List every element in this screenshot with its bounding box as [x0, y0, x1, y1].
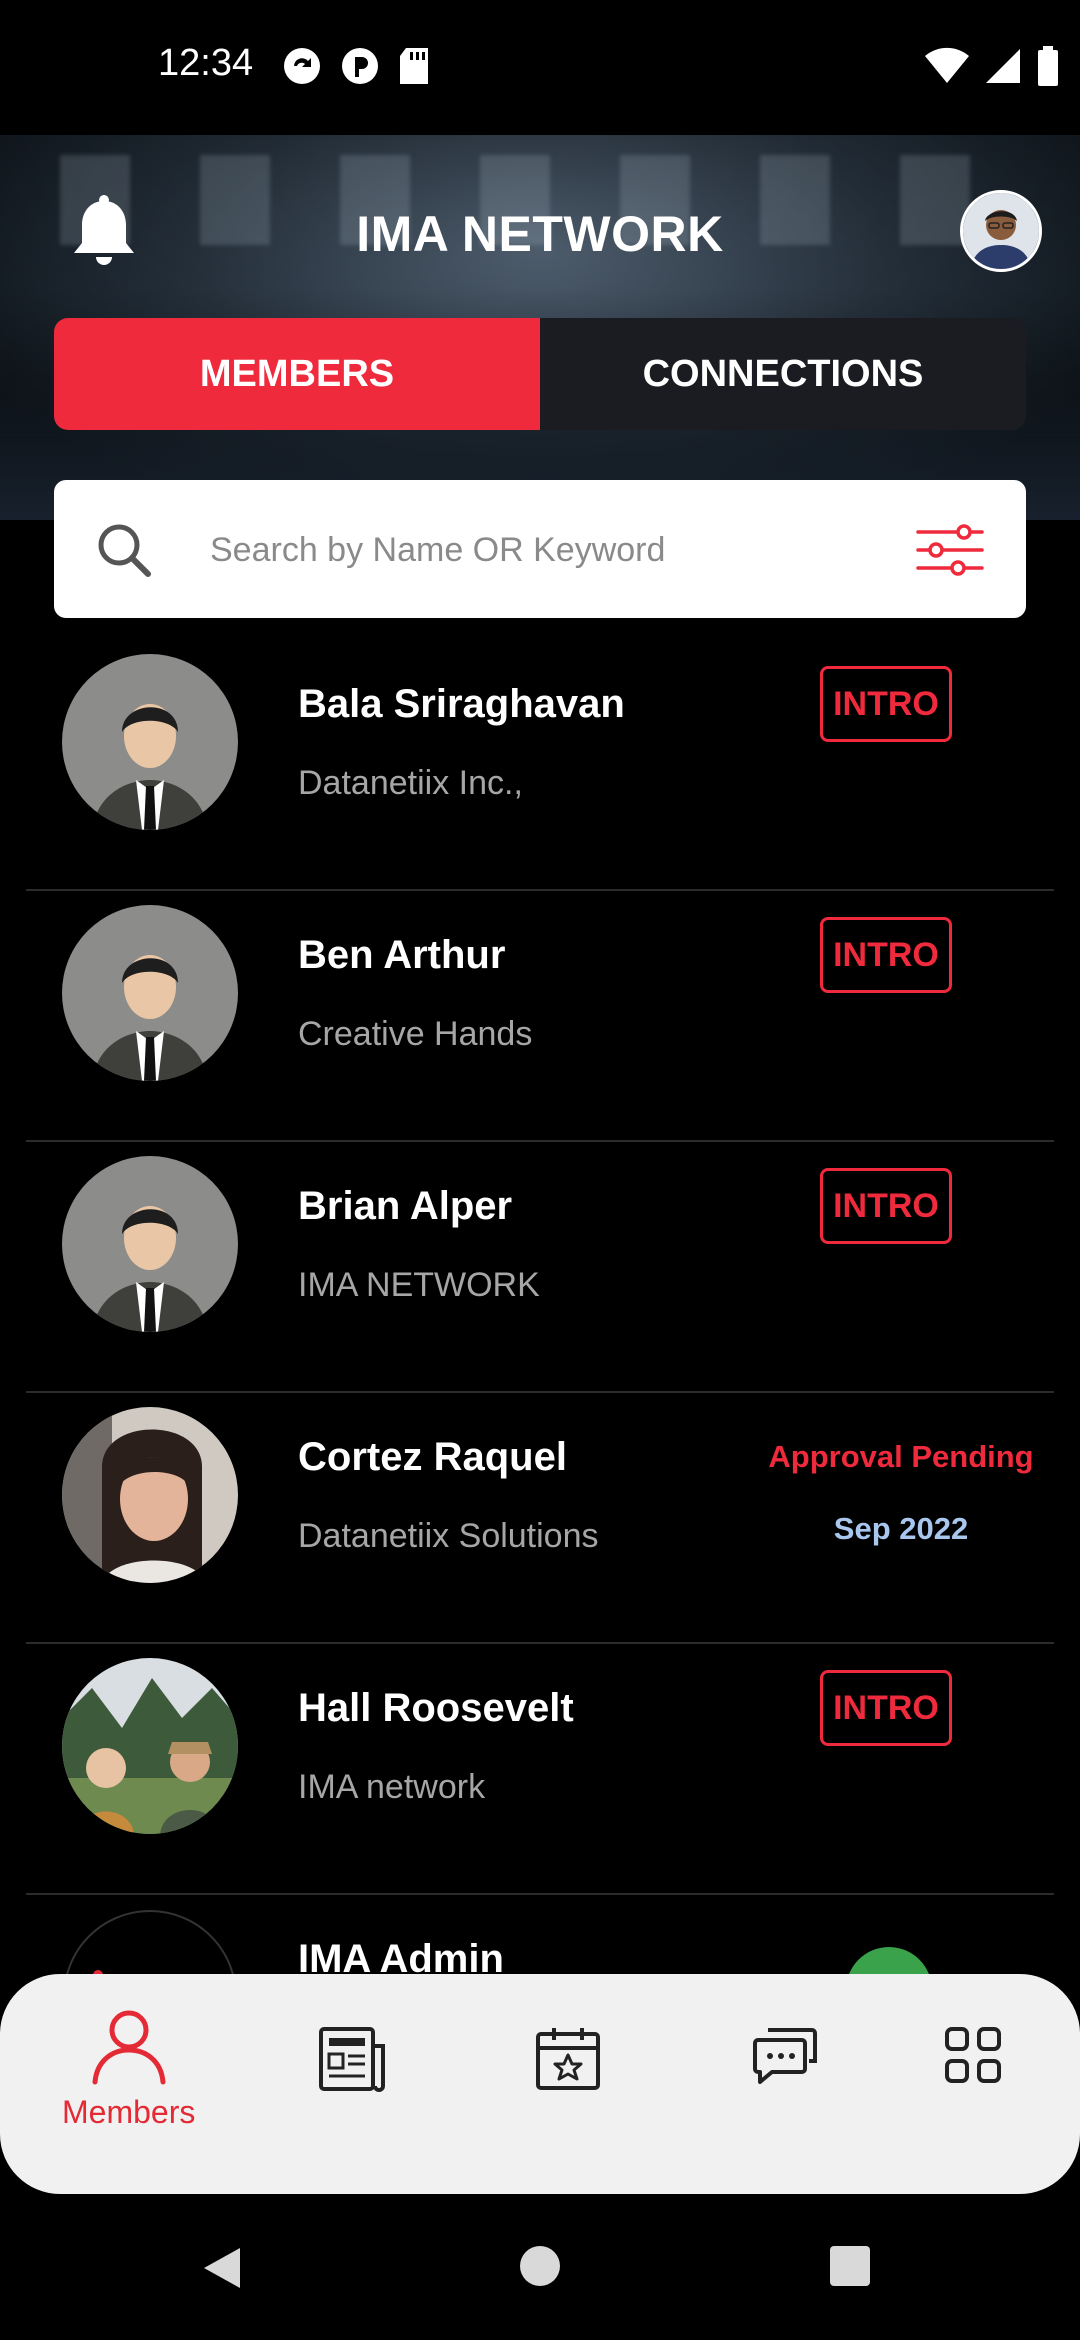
calendar-star-icon [536, 2028, 600, 2090]
status-date: Sep 2022 [833, 1511, 969, 1546]
recents-icon[interactable] [830, 2246, 870, 2286]
nav-events[interactable] [534, 2024, 602, 2092]
member-row[interactable]: Ben Arthur Creative Hands INTRO [26, 891, 1054, 1142]
system-navigation-bar [0, 2194, 1080, 2340]
news-icon [319, 2027, 385, 2092]
member-name: Ben Arthur [298, 933, 506, 977]
nav-news[interactable] [318, 2026, 386, 2092]
member-company: Creative Hands [298, 1015, 533, 1053]
home-icon[interactable] [520, 2246, 560, 2286]
sd-card-icon [400, 48, 428, 84]
avatar-image [963, 193, 1039, 269]
status-bar: 12:34 [0, 0, 1080, 135]
person-icon [92, 2010, 166, 2085]
search-icon [98, 524, 151, 577]
intro-button[interactable]: INTRO [820, 917, 952, 993]
member-row[interactable]: Hall Roosevelt IMA network INTRO [26, 1644, 1054, 1895]
member-row[interactable]: Brian Alper IMA NETWORK INTRO [26, 1142, 1054, 1393]
avatar [62, 1658, 238, 1834]
battery-icon [1038, 46, 1058, 86]
profile-avatar[interactable] [960, 190, 1042, 272]
status-time: 12:34 [158, 42, 254, 84]
tab-members[interactable]: MEMBERS [54, 318, 540, 430]
nav-members[interactable]: Members [62, 2006, 195, 2131]
filter-icon[interactable] [914, 520, 986, 580]
default-avatar-icon [62, 654, 238, 830]
app-icon [342, 48, 378, 84]
member-company: Datanetiix Inc., [298, 764, 523, 802]
member-photo [62, 1658, 238, 1834]
intro-button[interactable]: INTRO [820, 1168, 952, 1244]
member-list: Bala Sriraghavan Datanetiix Inc., INTRO … [0, 640, 1080, 2146]
tab-connections[interactable]: CONNECTIONS [540, 318, 1026, 430]
sync-icon [284, 48, 320, 84]
member-company: IMA NETWORK [298, 1266, 540, 1304]
search-input[interactable] [208, 516, 912, 584]
avatar [62, 1407, 238, 1583]
member-company: IMA network [298, 1768, 486, 1806]
default-avatar-icon [62, 1156, 238, 1332]
member-name: Hall Roosevelt [298, 1686, 574, 1730]
avatar [62, 905, 238, 1081]
wifi-icon [925, 47, 969, 83]
nav-messages[interactable] [752, 2026, 818, 2086]
member-photo [62, 1407, 238, 1583]
signal-icon [986, 49, 1020, 83]
member-row[interactable]: Cortez Raquel Datanetiix Solutions Appro… [26, 1393, 1054, 1644]
member-name: Brian Alper [298, 1184, 513, 1228]
status-badge: Approval Pending [768, 1439, 1034, 1474]
member-name: Cortez Raquel [298, 1435, 567, 1479]
page-title: IMA NETWORK [356, 206, 724, 262]
chat-icon [753, 2028, 817, 2084]
member-row[interactable]: Bala Sriraghavan Datanetiix Inc., INTRO [26, 640, 1054, 891]
intro-button[interactable]: INTRO [820, 1670, 952, 1746]
avatar [62, 654, 238, 830]
nav-more[interactable] [944, 2026, 1002, 2084]
member-company: Datanetiix Solutions [298, 1517, 599, 1555]
status-right-icons [924, 46, 1060, 86]
back-icon[interactable] [200, 2246, 244, 2290]
nav-label: Members [62, 2094, 196, 2130]
status-left-icons [282, 46, 432, 86]
default-avatar-icon [62, 905, 238, 1081]
intro-button[interactable]: INTRO [820, 666, 952, 742]
member-name: Bala Sriraghavan [298, 682, 625, 726]
tab-bar: MEMBERS CONNECTIONS [54, 318, 1026, 430]
bottom-navigation: Members [0, 1974, 1080, 2194]
grid-icon [945, 2027, 1001, 2083]
avatar [62, 1156, 238, 1332]
search-bar [54, 480, 1026, 618]
